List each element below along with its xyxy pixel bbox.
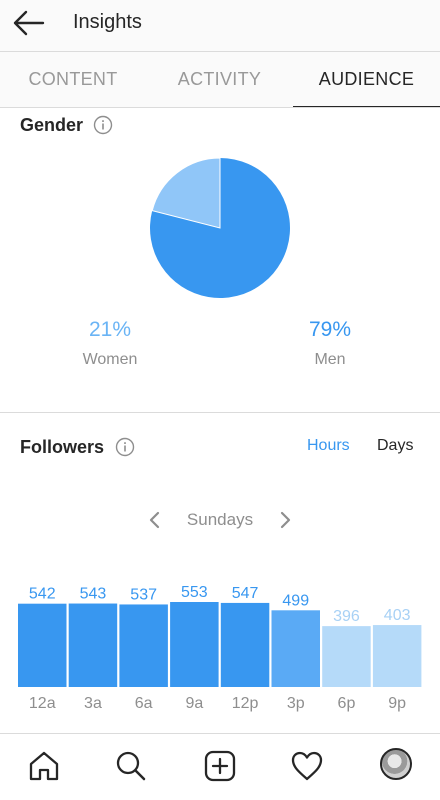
tab-activity[interactable]: ACTIVITY [146,52,293,108]
x-tick-label: 3a [84,695,102,712]
profile-avatar[interactable] [380,748,412,780]
women-percent: 21% [88,318,132,341]
home-icon[interactable] [26,748,62,784]
bar-value-label: 499 [282,592,309,609]
x-tick-label: 9p [388,695,406,712]
bar-3a [68,603,118,687]
bar-9a [170,602,219,687]
men-label: Men [314,351,346,368]
add-post-icon[interactable] [202,748,238,784]
bar-value-label: 547 [232,585,259,602]
info-icon[interactable] [93,115,113,135]
bar-value-label: 396 [333,608,360,625]
tab-bar: CONTENT ACTIVITY AUDIENCE [0,52,440,108]
heart-icon[interactable] [289,748,325,784]
tab-content[interactable]: CONTENT [0,52,146,108]
chevron-right-icon[interactable] [278,510,292,530]
chevron-left-icon[interactable] [148,510,162,530]
section-divider [0,412,440,413]
x-tick-label: 3p [287,695,305,712]
bar-value-label: 553 [181,584,208,601]
bar-value-label: 403 [384,607,411,624]
women-label: Women [82,351,138,368]
x-tick-label: 12a [29,695,56,712]
x-tick-label: 9a [185,695,203,712]
gender-pie-chart [150,157,290,298]
bar-6a [119,604,168,687]
day-selector-label: Sundays [186,510,254,529]
header-bar: Insights [0,0,440,52]
men-percent: 79% [308,318,352,341]
x-tick-label: 6a [135,695,153,712]
x-tick-label: 12p [232,695,259,712]
bottom-nav [0,733,440,800]
tab-audience[interactable]: AUDIENCE [293,52,440,108]
hours-toggle[interactable]: Hours [307,437,350,455]
page-title: Insights [73,11,142,33]
followers-bar-chart: 542 12a 543 3a 537 6a 553 9a 547 12p 499 3p 396 6p 403… [18,584,422,712]
gender-title: Gender [20,115,84,135]
bar-value-label: 537 [130,586,157,603]
bar-6p [322,626,371,687]
arrow-left-icon[interactable] [12,8,46,38]
followers-title: Followers [20,437,105,457]
search-icon[interactable] [113,748,149,784]
bar-9p [372,625,422,687]
bar-12p [220,602,270,687]
bar-value-label: 542 [29,586,56,603]
tabs-divider [0,107,440,108]
info-icon[interactable] [115,437,135,457]
days-toggle[interactable]: Days [377,437,413,455]
x-tick-label: 6p [338,695,356,712]
bar-value-label: 543 [80,586,107,603]
bar-3p [271,610,320,687]
bar-12a [18,603,67,687]
